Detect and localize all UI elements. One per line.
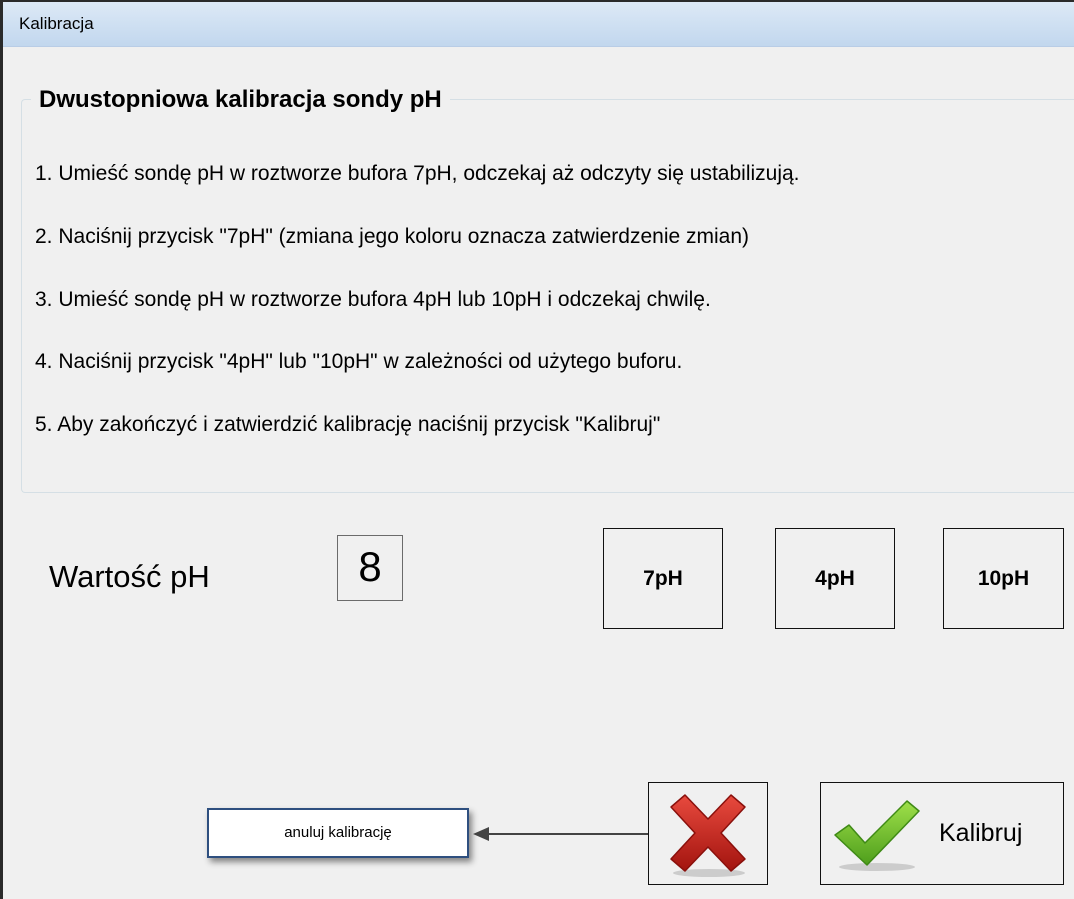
ph10-button[interactable]: 10pH — [943, 528, 1064, 629]
ph7-button-label: 7pH — [643, 566, 683, 590]
green-check-icon — [834, 800, 920, 871]
ph4-button[interactable]: 4pH — [775, 528, 895, 629]
red-x-icon — [670, 794, 746, 877]
ph10-button-label: 10pH — [977, 566, 1030, 590]
title-bar[interactable]: Kalibracja — [3, 2, 1074, 47]
ph-value-display: 8 — [337, 535, 403, 601]
window-title: Kalibracja — [19, 14, 94, 33]
instruction-step-5: 5. Aby zakończyć i zatwierdzić kalibracj… — [35, 413, 661, 436]
instruction-step-1: 1. Umieść sondę pH w roztworze bufora 7p… — [35, 162, 800, 185]
instruction-step-4: 4. Naciśnij przycisk "4pH" lub "10pH" w … — [35, 350, 683, 373]
calibration-window: Kalibracja Dwustopniowa kalibracja sondy… — [0, 0, 1074, 899]
instruction-step-2: 2. Naciśnij przycisk "7pH" (zmiana jego … — [35, 225, 750, 248]
groupbox-title: Dwustopniowa kalibracja sondy pH — [31, 86, 450, 114]
ph7-button[interactable]: 7pH — [603, 528, 723, 629]
instruction-step-3: 3. Umieść sondę pH w roztworze bufora 4p… — [35, 288, 711, 311]
calibrate-button[interactable]: Kalibruj — [820, 782, 1064, 885]
cancel-calibration-button[interactable] — [648, 782, 768, 885]
cancel-tooltip: anuluj kalibrację — [207, 808, 469, 858]
calibrate-button-label: Kalibruj — [939, 819, 1023, 847]
tooltip-arrow — [473, 827, 649, 841]
ph-value-label: Wartość pH — [49, 559, 210, 594]
ph4-button-label: 4pH — [815, 566, 855, 590]
